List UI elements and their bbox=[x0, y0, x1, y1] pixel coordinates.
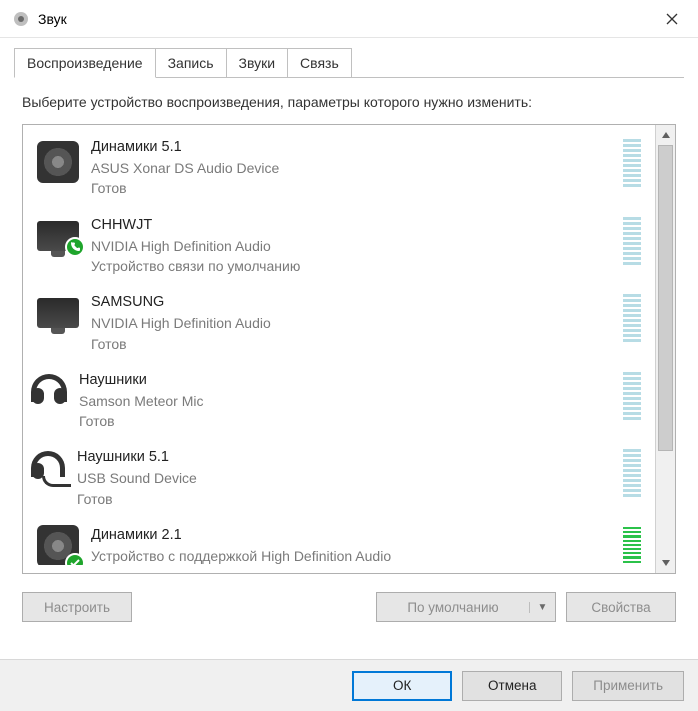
device-sub: NVIDIA High Definition Audio bbox=[91, 236, 611, 256]
device-status: Готов bbox=[77, 489, 611, 509]
device-text: Динамики 2.1Устройство с поддержкой High… bbox=[91, 525, 611, 565]
device-name: CHHWJT bbox=[91, 215, 611, 236]
tab-content: Выберите устройство воспроизведения, пар… bbox=[0, 78, 698, 659]
device-row[interactable]: SAMSUNGNVIDIA High Definition AudioГотов bbox=[25, 284, 653, 362]
level-meter bbox=[623, 139, 641, 187]
device-status: Устройство связи по умолчанию bbox=[91, 256, 611, 276]
speaker-icon bbox=[37, 525, 79, 565]
apply-button[interactable]: Применить bbox=[572, 671, 684, 701]
device-text: НаушникиSamson Meteor MicГотов bbox=[79, 370, 611, 432]
device-sub: Устройство с поддержкой High Definition … bbox=[91, 546, 611, 565]
level-meter bbox=[623, 217, 641, 265]
device-text: SAMSUNGNVIDIA High Definition AudioГотов bbox=[91, 292, 611, 354]
device-name: Наушники 5.1 bbox=[77, 447, 611, 468]
chevron-down-icon[interactable]: ▼ bbox=[529, 602, 555, 613]
speaker-icon bbox=[12, 10, 30, 28]
set-default-button[interactable]: По умолчанию ▼ bbox=[376, 592, 556, 622]
headphone-icon bbox=[31, 374, 67, 402]
configure-button[interactable]: Настроить bbox=[22, 592, 132, 622]
monitor-icon bbox=[37, 298, 79, 328]
device-name: Динамики 2.1 bbox=[91, 525, 611, 546]
close-icon[interactable] bbox=[658, 5, 686, 33]
sound-dialog: Звук Воспроизведение Запись Звуки Связь … bbox=[0, 0, 698, 711]
monitor-icon bbox=[37, 221, 79, 251]
dialog-footer: ОК Отмена Применить bbox=[0, 659, 698, 711]
device-text: CHHWJTNVIDIA High Definition AudioУстрой… bbox=[91, 215, 611, 277]
check-badge-icon bbox=[65, 553, 85, 565]
device-row[interactable]: CHHWJTNVIDIA High Definition AudioУстрой… bbox=[25, 207, 653, 285]
tab-recording[interactable]: Запись bbox=[155, 48, 227, 78]
device-text: Динамики 5.1ASUS Xonar DS Audio DeviceГо… bbox=[91, 137, 611, 199]
level-meter bbox=[623, 449, 641, 497]
set-default-label: По умолчанию bbox=[377, 600, 529, 615]
panel-buttons: Настроить По умолчанию ▼ Свойства bbox=[22, 592, 676, 622]
window-title: Звук bbox=[38, 11, 67, 27]
level-meter bbox=[623, 294, 641, 342]
scrollbar[interactable] bbox=[655, 125, 675, 573]
speaker-icon bbox=[37, 141, 79, 183]
tab-strip: Воспроизведение Запись Звуки Связь bbox=[0, 38, 698, 78]
device-sub: NVIDIA High Definition Audio bbox=[91, 313, 611, 333]
device-row[interactable]: Динамики 2.1Устройство с поддержкой High… bbox=[25, 517, 653, 565]
tab-sounds[interactable]: Звуки bbox=[226, 48, 289, 78]
device-name: Динамики 5.1 bbox=[91, 137, 611, 158]
device-listbox[interactable]: Динамики 5.1ASUS Xonar DS Audio DeviceГо… bbox=[22, 124, 676, 574]
ok-button[interactable]: ОК bbox=[352, 671, 452, 701]
scroll-thumb[interactable] bbox=[658, 145, 673, 451]
cancel-button[interactable]: Отмена bbox=[462, 671, 562, 701]
level-meter bbox=[623, 372, 641, 420]
device-status: Готов bbox=[79, 411, 611, 431]
device-row[interactable]: НаушникиSamson Meteor MicГотов bbox=[25, 362, 653, 440]
scroll-down-icon[interactable] bbox=[656, 553, 676, 573]
device-sub: USB Sound Device bbox=[77, 468, 611, 488]
tab-playback[interactable]: Воспроизведение bbox=[14, 48, 156, 78]
properties-button[interactable]: Свойства bbox=[566, 592, 676, 622]
device-sub: ASUS Xonar DS Audio Device bbox=[91, 158, 611, 178]
device-status: Готов bbox=[91, 334, 611, 354]
level-meter bbox=[623, 527, 641, 565]
device-name: SAMSUNG bbox=[91, 292, 611, 313]
device-status: Готов bbox=[91, 178, 611, 198]
titlebar: Звук bbox=[0, 0, 698, 38]
scroll-up-icon[interactable] bbox=[656, 125, 676, 145]
device-name: Наушники bbox=[79, 370, 611, 391]
device-text: Наушники 5.1USB Sound DeviceГотов bbox=[77, 447, 611, 509]
headset-icon bbox=[31, 451, 65, 477]
device-sub: Samson Meteor Mic bbox=[79, 391, 611, 411]
instruction-text: Выберите устройство воспроизведения, пар… bbox=[22, 94, 676, 110]
device-row[interactable]: Динамики 5.1ASUS Xonar DS Audio DeviceГо… bbox=[25, 129, 653, 207]
phone-badge-icon bbox=[65, 237, 85, 257]
tab-comm[interactable]: Связь bbox=[287, 48, 352, 78]
device-row[interactable]: Наушники 5.1USB Sound DeviceГотов bbox=[25, 439, 653, 517]
